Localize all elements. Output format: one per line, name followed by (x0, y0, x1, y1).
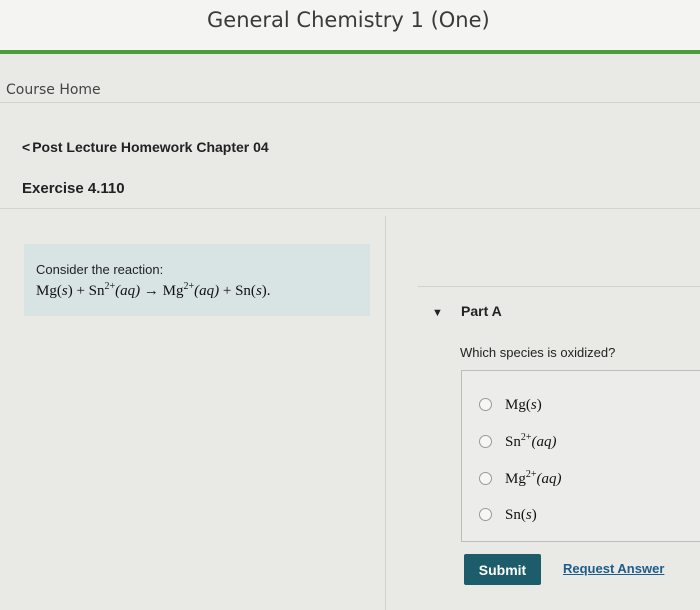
radio-button[interactable] (479, 507, 492, 521)
answer-option-2[interactable]: Sn2+(aq) (479, 430, 556, 452)
breadcrumb-back-link[interactable]: < Post Lecture Homework Chapter 04 (22, 139, 269, 155)
part-divider (418, 286, 700, 287)
problem-statement-box (24, 244, 370, 316)
column-divider (385, 216, 386, 610)
section-divider (0, 208, 700, 209)
answer-option-3[interactable]: Mg2+(aq) (479, 467, 561, 489)
reaction-equation: Mg(s) + Sn2+(aq) → Mg2+(aq) + Sn(s). (36, 281, 271, 299)
radio-button[interactable] (479, 397, 492, 411)
option-label: Mg(s) (505, 396, 542, 413)
radio-button[interactable] (479, 434, 492, 448)
option-label: Sn2+(aq) (505, 431, 557, 450)
answer-option-4[interactable]: Sn(s) (479, 503, 537, 525)
problem-intro: Consider the reaction: (36, 262, 164, 277)
option-label: Mg2+(aq) (505, 468, 562, 487)
chevron-left-icon: < (22, 139, 31, 155)
option-label: Sn(s) (505, 506, 537, 523)
course-home-link[interactable]: Course Home (6, 82, 101, 98)
question-text: Which species is oxidized? (460, 345, 616, 360)
course-nav-bar (0, 54, 700, 103)
breadcrumb-label: Post Lecture Homework Chapter 04 (32, 139, 269, 155)
radio-button[interactable] (479, 471, 492, 485)
request-answer-link[interactable]: Request Answer (563, 561, 664, 576)
answer-option-1[interactable]: Mg(s) (479, 393, 542, 415)
part-title[interactable]: Part A (461, 303, 502, 319)
course-title: General Chemistry 1 (One) (207, 8, 490, 32)
caret-down-icon[interactable]: ▼ (432, 307, 443, 319)
submit-button[interactable]: Submit (464, 554, 541, 585)
exercise-title: Exercise 4.110 (22, 180, 125, 197)
